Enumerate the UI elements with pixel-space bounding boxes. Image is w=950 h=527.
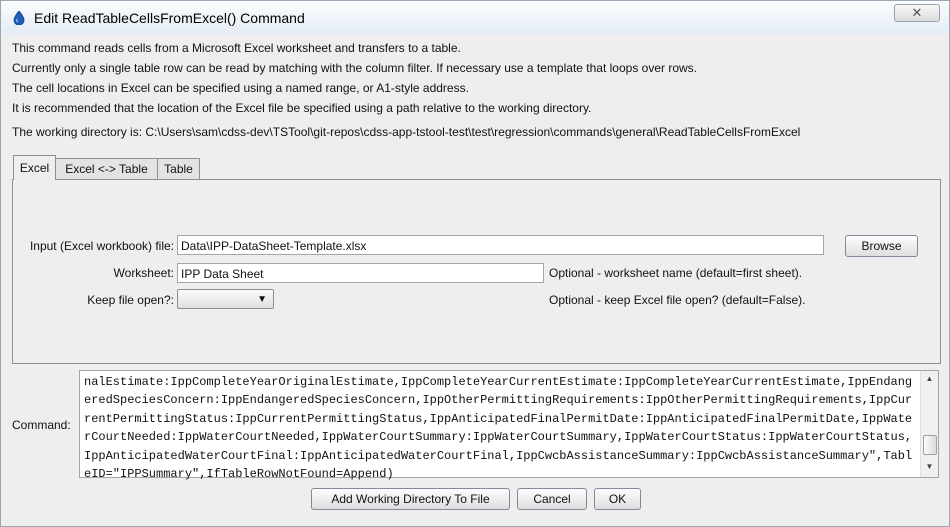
add-working-directory-button[interactable]: Add Working Directory To File: [311, 488, 510, 510]
scroll-down-icon[interactable]: ▼: [923, 462, 936, 474]
command-label: Command:: [12, 418, 71, 432]
tab-table[interactable]: Table: [157, 158, 200, 179]
info-line-1: This command reads cells from a Microsof…: [12, 41, 461, 55]
keep-file-open-label: Keep file open?:: [87, 293, 174, 307]
info-line-4: It is recommended that the location of t…: [12, 101, 592, 115]
command-scrollbar[interactable]: ▲ ▼: [920, 371, 938, 477]
worksheet-field[interactable]: IPP Data Sheet: [177, 263, 544, 283]
close-icon: ✕: [911, 5, 923, 20]
worksheet-hint: Optional - worksheet name (default=first…: [549, 266, 803, 280]
scroll-thumb[interactable]: [923, 435, 937, 455]
ok-button[interactable]: OK: [594, 488, 641, 510]
close-button[interactable]: ✕: [894, 4, 940, 22]
cancel-button[interactable]: Cancel: [517, 488, 587, 510]
browse-button[interactable]: Browse: [845, 235, 918, 257]
info-line-3: The cell locations in Excel can be speci…: [12, 81, 469, 95]
input-file-label: Input (Excel workbook) file:: [29, 239, 174, 253]
tab-excel-table[interactable]: Excel <-> Table: [55, 158, 158, 179]
keep-file-open-select[interactable]: ▼: [177, 289, 274, 309]
input-file-field[interactable]: Data\IPP-DataSheet-Template.xlsx: [177, 235, 824, 255]
command-textarea[interactable]: nalEstimate:IppCompleteYearOriginalEstim…: [79, 370, 939, 481]
chevron-down-icon: ▼: [257, 294, 267, 305]
command-text: nalEstimate:IppCompleteYearOriginalEstim…: [84, 375, 913, 482]
worksheet-label: Worksheet:: [113, 266, 174, 280]
tab-excel[interactable]: Excel: [13, 155, 56, 180]
window-title: Edit ReadTableCellsFromExcel() Command: [34, 10, 305, 26]
working-directory-text: The working directory is: C:\Users\sam\c…: [12, 125, 801, 139]
info-line-2: Currently only a single table row can be…: [12, 61, 698, 75]
keep-file-open-hint: Optional - keep Excel file open? (defaul…: [549, 293, 806, 307]
scroll-up-icon[interactable]: ▲: [923, 374, 936, 386]
droplet-icon: [13, 11, 25, 25]
title-bar: Edit ReadTableCellsFromExcel() Command ✕: [0, 0, 950, 35]
